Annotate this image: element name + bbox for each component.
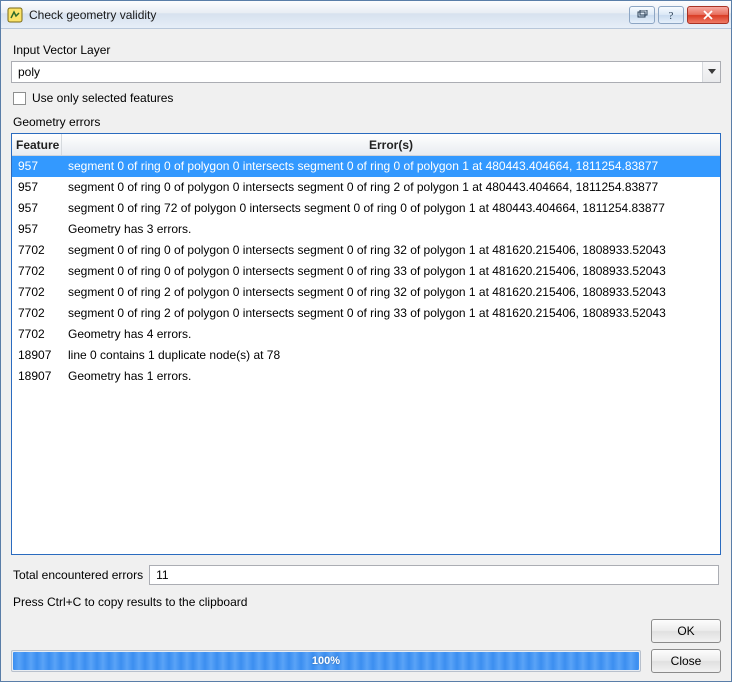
col-header-errors[interactable]: Error(s) [62, 134, 720, 155]
table-row[interactable]: 7702segment 0 of ring 0 of polygon 0 int… [12, 240, 720, 261]
progress-bar: 100% [11, 650, 641, 672]
cell-error: segment 0 of ring 0 of polygon 0 interse… [62, 264, 720, 278]
cell-error: Geometry has 1 errors. [62, 369, 720, 383]
input-layer-label: Input Vector Layer [13, 43, 719, 57]
totals-label: Total encountered errors [13, 568, 143, 582]
dialog-content: Input Vector Layer poly Use only selecte… [1, 29, 731, 681]
table-row[interactable]: 18907Geometry has 1 errors. [12, 366, 720, 387]
selected-only-checkbox[interactable] [13, 92, 26, 105]
totals-row: Total encountered errors [13, 565, 719, 585]
col-header-feature[interactable]: Feature [12, 134, 62, 155]
dialog-window: Check geometry validity ? Input Vector L… [0, 0, 732, 682]
cell-error: line 0 contains 1 duplicate node(s) at 7… [62, 348, 720, 362]
app-icon [7, 7, 23, 23]
cell-error: segment 0 of ring 2 of polygon 0 interse… [62, 306, 720, 320]
restore-button[interactable] [629, 6, 655, 24]
copy-hint: Press Ctrl+C to copy results to the clip… [13, 595, 719, 609]
cell-error: segment 0 of ring 72 of polygon 0 inters… [62, 201, 720, 215]
cell-feature: 957 [12, 201, 62, 215]
cell-feature: 7702 [12, 285, 62, 299]
table-row[interactable]: 957segment 0 of ring 0 of polygon 0 inte… [12, 156, 720, 177]
table-row[interactable]: 7702Geometry has 4 errors. [12, 324, 720, 345]
errors-table: Feature Error(s) 957segment 0 of ring 0 … [11, 133, 721, 555]
table-row[interactable]: 7702segment 0 of ring 0 of polygon 0 int… [12, 261, 720, 282]
input-layer-combo[interactable]: poly [11, 61, 721, 83]
cell-feature: 7702 [12, 327, 62, 341]
help-button[interactable]: ? [658, 6, 684, 24]
input-layer-value: poly [18, 65, 702, 79]
cell-feature: 7702 [12, 243, 62, 257]
table-row[interactable]: 957Geometry has 3 errors. [12, 219, 720, 240]
chevron-down-icon [702, 62, 720, 82]
errors-section-label: Geometry errors [13, 115, 719, 129]
table-row[interactable]: 7702segment 0 of ring 2 of polygon 0 int… [12, 303, 720, 324]
footer: OK 100% Close [11, 619, 721, 673]
table-row[interactable]: 957segment 0 of ring 72 of polygon 0 int… [12, 198, 720, 219]
cell-feature: 18907 [12, 348, 62, 362]
ok-button[interactable]: OK [651, 619, 721, 643]
table-row[interactable]: 957segment 0 of ring 0 of polygon 0 inte… [12, 177, 720, 198]
cell-error: segment 0 of ring 0 of polygon 0 interse… [62, 180, 720, 194]
cell-error: segment 0 of ring 0 of polygon 0 interse… [62, 243, 720, 257]
cell-feature: 18907 [12, 369, 62, 383]
selected-only-label: Use only selected features [32, 91, 173, 105]
table-row[interactable]: 7702segment 0 of ring 2 of polygon 0 int… [12, 282, 720, 303]
close-dialog-button[interactable]: Close [651, 649, 721, 673]
cell-feature: 957 [12, 180, 62, 194]
cell-feature: 7702 [12, 264, 62, 278]
cell-error: segment 0 of ring 2 of polygon 0 interse… [62, 285, 720, 299]
totals-value-input[interactable] [149, 565, 719, 585]
selected-only-row[interactable]: Use only selected features [13, 91, 719, 105]
progress-percent: 100% [12, 651, 640, 671]
cell-feature: 7702 [12, 306, 62, 320]
window-title: Check geometry validity [29, 8, 626, 22]
svg-text:?: ? [669, 10, 674, 21]
table-header: Feature Error(s) [12, 134, 720, 156]
titlebar: Check geometry validity ? [1, 1, 731, 29]
cell-error: Geometry has 3 errors. [62, 222, 720, 236]
cell-feature: 957 [12, 222, 62, 236]
cell-error: segment 0 of ring 0 of polygon 0 interse… [62, 159, 720, 173]
table-body[interactable]: 957segment 0 of ring 0 of polygon 0 inte… [12, 156, 720, 554]
table-row[interactable]: 18907line 0 contains 1 duplicate node(s)… [12, 345, 720, 366]
close-button[interactable] [687, 6, 729, 24]
cell-error: Geometry has 4 errors. [62, 327, 720, 341]
cell-feature: 957 [12, 159, 62, 173]
